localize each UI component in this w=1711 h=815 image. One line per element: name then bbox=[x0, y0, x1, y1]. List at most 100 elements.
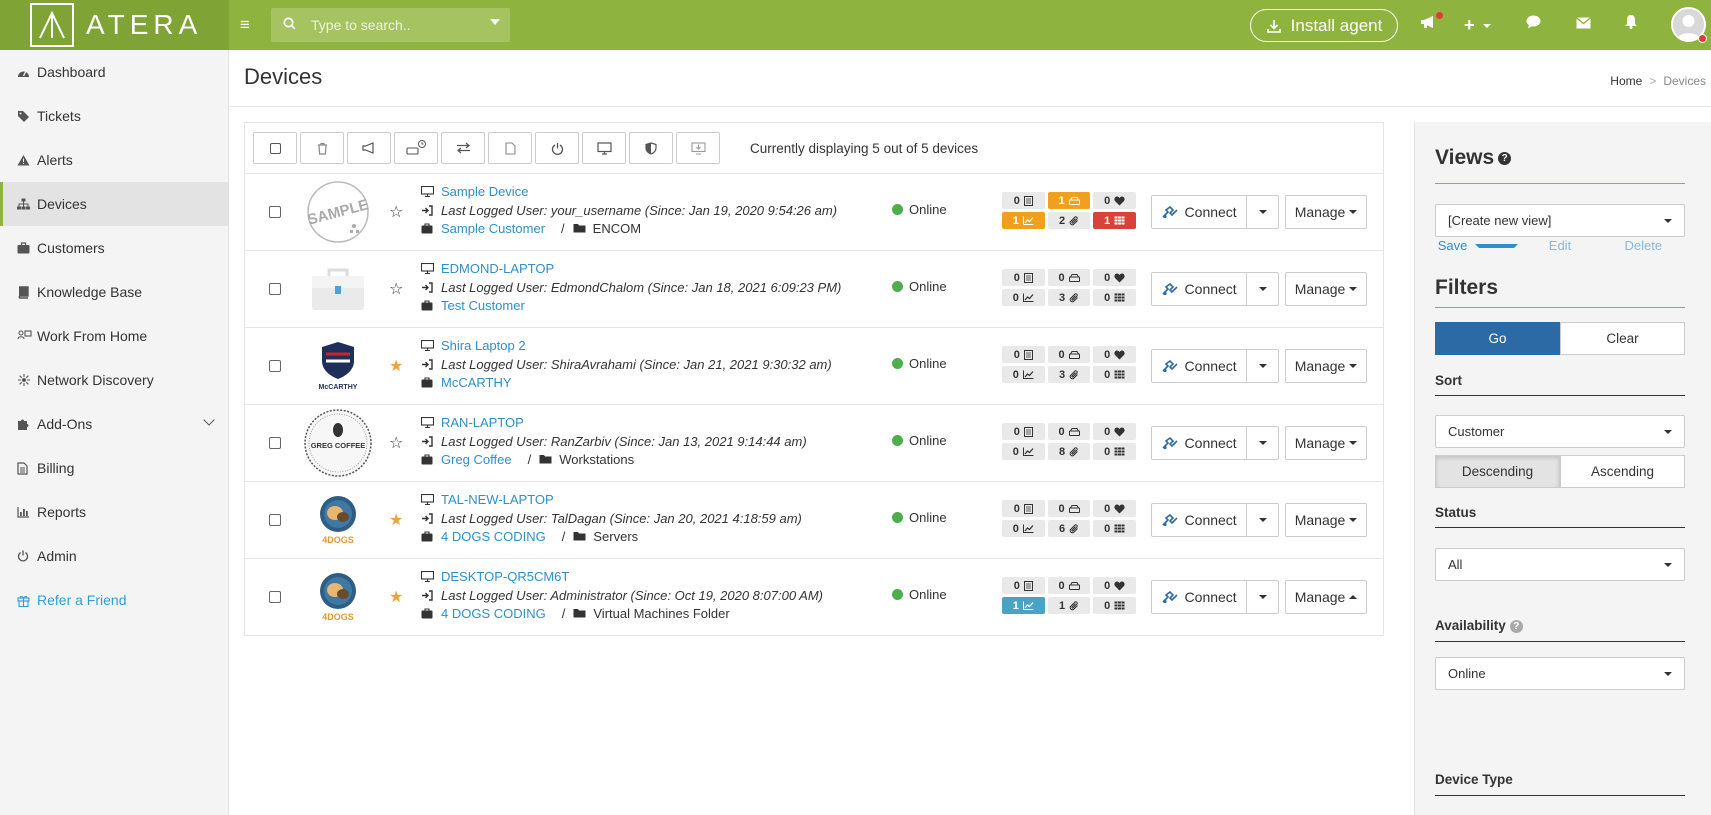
delete-button[interactable] bbox=[300, 132, 344, 164]
sort-select[interactable]: Customer bbox=[1435, 415, 1685, 448]
device-metric-badge[interactable]: 0 bbox=[1002, 289, 1045, 306]
connect-button[interactable]: Connect bbox=[1152, 350, 1248, 382]
favorite-star-icon[interactable]: ★ bbox=[389, 510, 403, 530]
announcements-icon[interactable] bbox=[1420, 14, 1437, 36]
save-view-button[interactable]: Save bbox=[1435, 238, 1519, 253]
device-checkbox[interactable] bbox=[269, 283, 281, 295]
chat-icon[interactable] bbox=[1526, 14, 1541, 36]
device-metric-badge[interactable]: 0 bbox=[1093, 520, 1137, 537]
device-metric-badge[interactable]: 1 bbox=[1093, 212, 1137, 229]
sidebar-item-dashboard[interactable]: Dashboard bbox=[0, 50, 228, 94]
favorite-star-icon[interactable]: ☆ bbox=[389, 279, 403, 299]
ascending-button[interactable]: Ascending bbox=[1560, 455, 1685, 488]
favorite-star-icon[interactable]: ☆ bbox=[389, 433, 403, 453]
device-metric-badge[interactable]: 2 bbox=[1047, 212, 1091, 229]
connect-button[interactable]: Connect bbox=[1152, 581, 1248, 613]
device-name-link[interactable]: TAL-NEW-LAPTOP bbox=[441, 492, 554, 507]
device-metric-badge[interactable]: 0 bbox=[1093, 577, 1137, 594]
device-metric-badge[interactable]: 0 bbox=[1093, 192, 1137, 209]
device-metric-badge[interactable]: 0 bbox=[1047, 269, 1091, 286]
favorite-star-icon[interactable]: ☆ bbox=[389, 202, 403, 222]
install-agent-button[interactable]: Install agent bbox=[1250, 9, 1398, 42]
customer-link[interactable]: 4 DOGS CODING bbox=[441, 529, 546, 544]
security-button[interactable] bbox=[629, 132, 673, 164]
device-metric-badge[interactable]: 0 bbox=[1002, 500, 1045, 517]
favorite-star-icon[interactable]: ★ bbox=[389, 356, 403, 376]
device-metric-badge[interactable]: 0 bbox=[1093, 597, 1137, 614]
device-metric-badge[interactable]: 3 bbox=[1047, 366, 1091, 383]
sidebar-item-tickets[interactable]: Tickets bbox=[0, 94, 228, 138]
customer-link[interactable]: Greg Coffee bbox=[441, 452, 512, 467]
sidebar-item-network-discovery[interactable]: Network Discovery bbox=[0, 358, 228, 402]
device-name-link[interactable]: DESKTOP-QR5CM6T bbox=[441, 569, 569, 584]
edit-view-button[interactable]: Edit bbox=[1518, 238, 1601, 253]
power-button[interactable] bbox=[535, 132, 579, 164]
connect-button[interactable]: Connect bbox=[1152, 504, 1248, 536]
manage-button[interactable]: Manage bbox=[1285, 195, 1367, 229]
sidebar-item-billing[interactable]: Billing bbox=[0, 446, 228, 490]
device-metric-badge[interactable]: 0 bbox=[1093, 366, 1137, 383]
device-metric-badge[interactable]: 1 bbox=[1002, 212, 1045, 229]
device-metric-badge[interactable]: 1 bbox=[1002, 597, 1045, 614]
manage-button[interactable]: Manage bbox=[1285, 580, 1367, 614]
connect-dropdown-button[interactable] bbox=[1247, 427, 1278, 459]
manage-button[interactable]: Manage bbox=[1285, 503, 1367, 537]
device-checkbox[interactable] bbox=[269, 360, 281, 372]
connect-dropdown-button[interactable] bbox=[1247, 504, 1278, 536]
device-metric-badge[interactable]: 0 bbox=[1093, 423, 1137, 440]
device-metric-badge[interactable]: 0 bbox=[1047, 423, 1091, 440]
sidebar-item-knowledge-base[interactable]: Knowledge Base bbox=[0, 270, 228, 314]
scheduled-task-button[interactable] bbox=[394, 132, 438, 164]
device-checkbox[interactable] bbox=[269, 591, 281, 603]
device-checkbox[interactable] bbox=[269, 437, 281, 449]
transfer-button[interactable] bbox=[441, 132, 485, 164]
device-metric-badge[interactable]: 0 bbox=[1047, 346, 1091, 363]
sidebar-item-work-from-home[interactable]: Work From Home bbox=[0, 314, 228, 358]
customer-link[interactable]: McCARTHY bbox=[441, 375, 512, 390]
bell-icon[interactable] bbox=[1624, 14, 1638, 36]
device-checkbox[interactable] bbox=[269, 514, 281, 526]
breadcrumb-home[interactable]: Home bbox=[1610, 74, 1642, 88]
device-metric-badge[interactable]: 1 bbox=[1047, 597, 1091, 614]
device-metric-badge[interactable]: 0 bbox=[1002, 423, 1045, 440]
device-metric-badge[interactable]: 0 bbox=[1002, 346, 1045, 363]
sidebar-item-admin[interactable]: Admin bbox=[0, 534, 228, 578]
device-metric-badge[interactable]: 0 bbox=[1093, 269, 1137, 286]
sidebar-item-refer-a-friend[interactable]: Refer a Friend bbox=[0, 578, 228, 622]
connect-dropdown-button[interactable] bbox=[1247, 196, 1278, 228]
sidebar-item-reports[interactable]: Reports bbox=[0, 490, 228, 534]
availability-select[interactable]: Online bbox=[1435, 657, 1685, 690]
connect-button[interactable]: Connect bbox=[1152, 273, 1248, 305]
favorite-star-icon[interactable]: ★ bbox=[389, 587, 403, 607]
install-software-button[interactable] bbox=[676, 132, 720, 164]
connect-dropdown-button[interactable] bbox=[1247, 350, 1278, 382]
search-input[interactable] bbox=[311, 17, 481, 33]
device-name-link[interactable]: Sample Device bbox=[441, 184, 528, 199]
manage-button[interactable]: Manage bbox=[1285, 426, 1367, 460]
broadcast-button[interactable] bbox=[347, 132, 391, 164]
connect-button[interactable]: Connect bbox=[1152, 196, 1248, 228]
search-dropdown-icon[interactable] bbox=[490, 19, 500, 25]
connect-dropdown-button[interactable] bbox=[1247, 581, 1278, 613]
device-metric-badge[interactable]: 0 bbox=[1093, 500, 1137, 517]
device-metric-badge[interactable]: 3 bbox=[1047, 289, 1091, 306]
device-metric-badge[interactable]: 0 bbox=[1093, 443, 1137, 460]
status-select[interactable]: All bbox=[1435, 548, 1685, 581]
help-icon[interactable]: ? bbox=[1509, 619, 1523, 633]
remote-desktop-button[interactable] bbox=[582, 132, 626, 164]
delete-view-button[interactable]: Delete bbox=[1602, 238, 1685, 253]
sidebar-item-alerts[interactable]: Alerts bbox=[0, 138, 228, 182]
menu-toggle-icon[interactable]: ≡ bbox=[240, 15, 254, 35]
script-button[interactable] bbox=[488, 132, 532, 164]
mail-icon[interactable] bbox=[1576, 14, 1591, 36]
select-all-checkbox-button[interactable] bbox=[253, 132, 297, 164]
device-metric-badge[interactable]: 0 bbox=[1002, 520, 1045, 537]
connect-button[interactable]: Connect bbox=[1152, 427, 1248, 459]
device-metric-badge[interactable]: 6 bbox=[1047, 520, 1091, 537]
add-dropdown-icon[interactable] bbox=[1483, 24, 1491, 46]
device-metric-badge[interactable]: 0 bbox=[1047, 577, 1091, 594]
sidebar-item-customers[interactable]: Customers bbox=[0, 226, 228, 270]
customer-link[interactable]: Sample Customer bbox=[441, 221, 545, 236]
device-metric-badge[interactable]: 0 bbox=[1002, 269, 1045, 286]
sidebar-item-devices[interactable]: Devices bbox=[0, 182, 228, 226]
